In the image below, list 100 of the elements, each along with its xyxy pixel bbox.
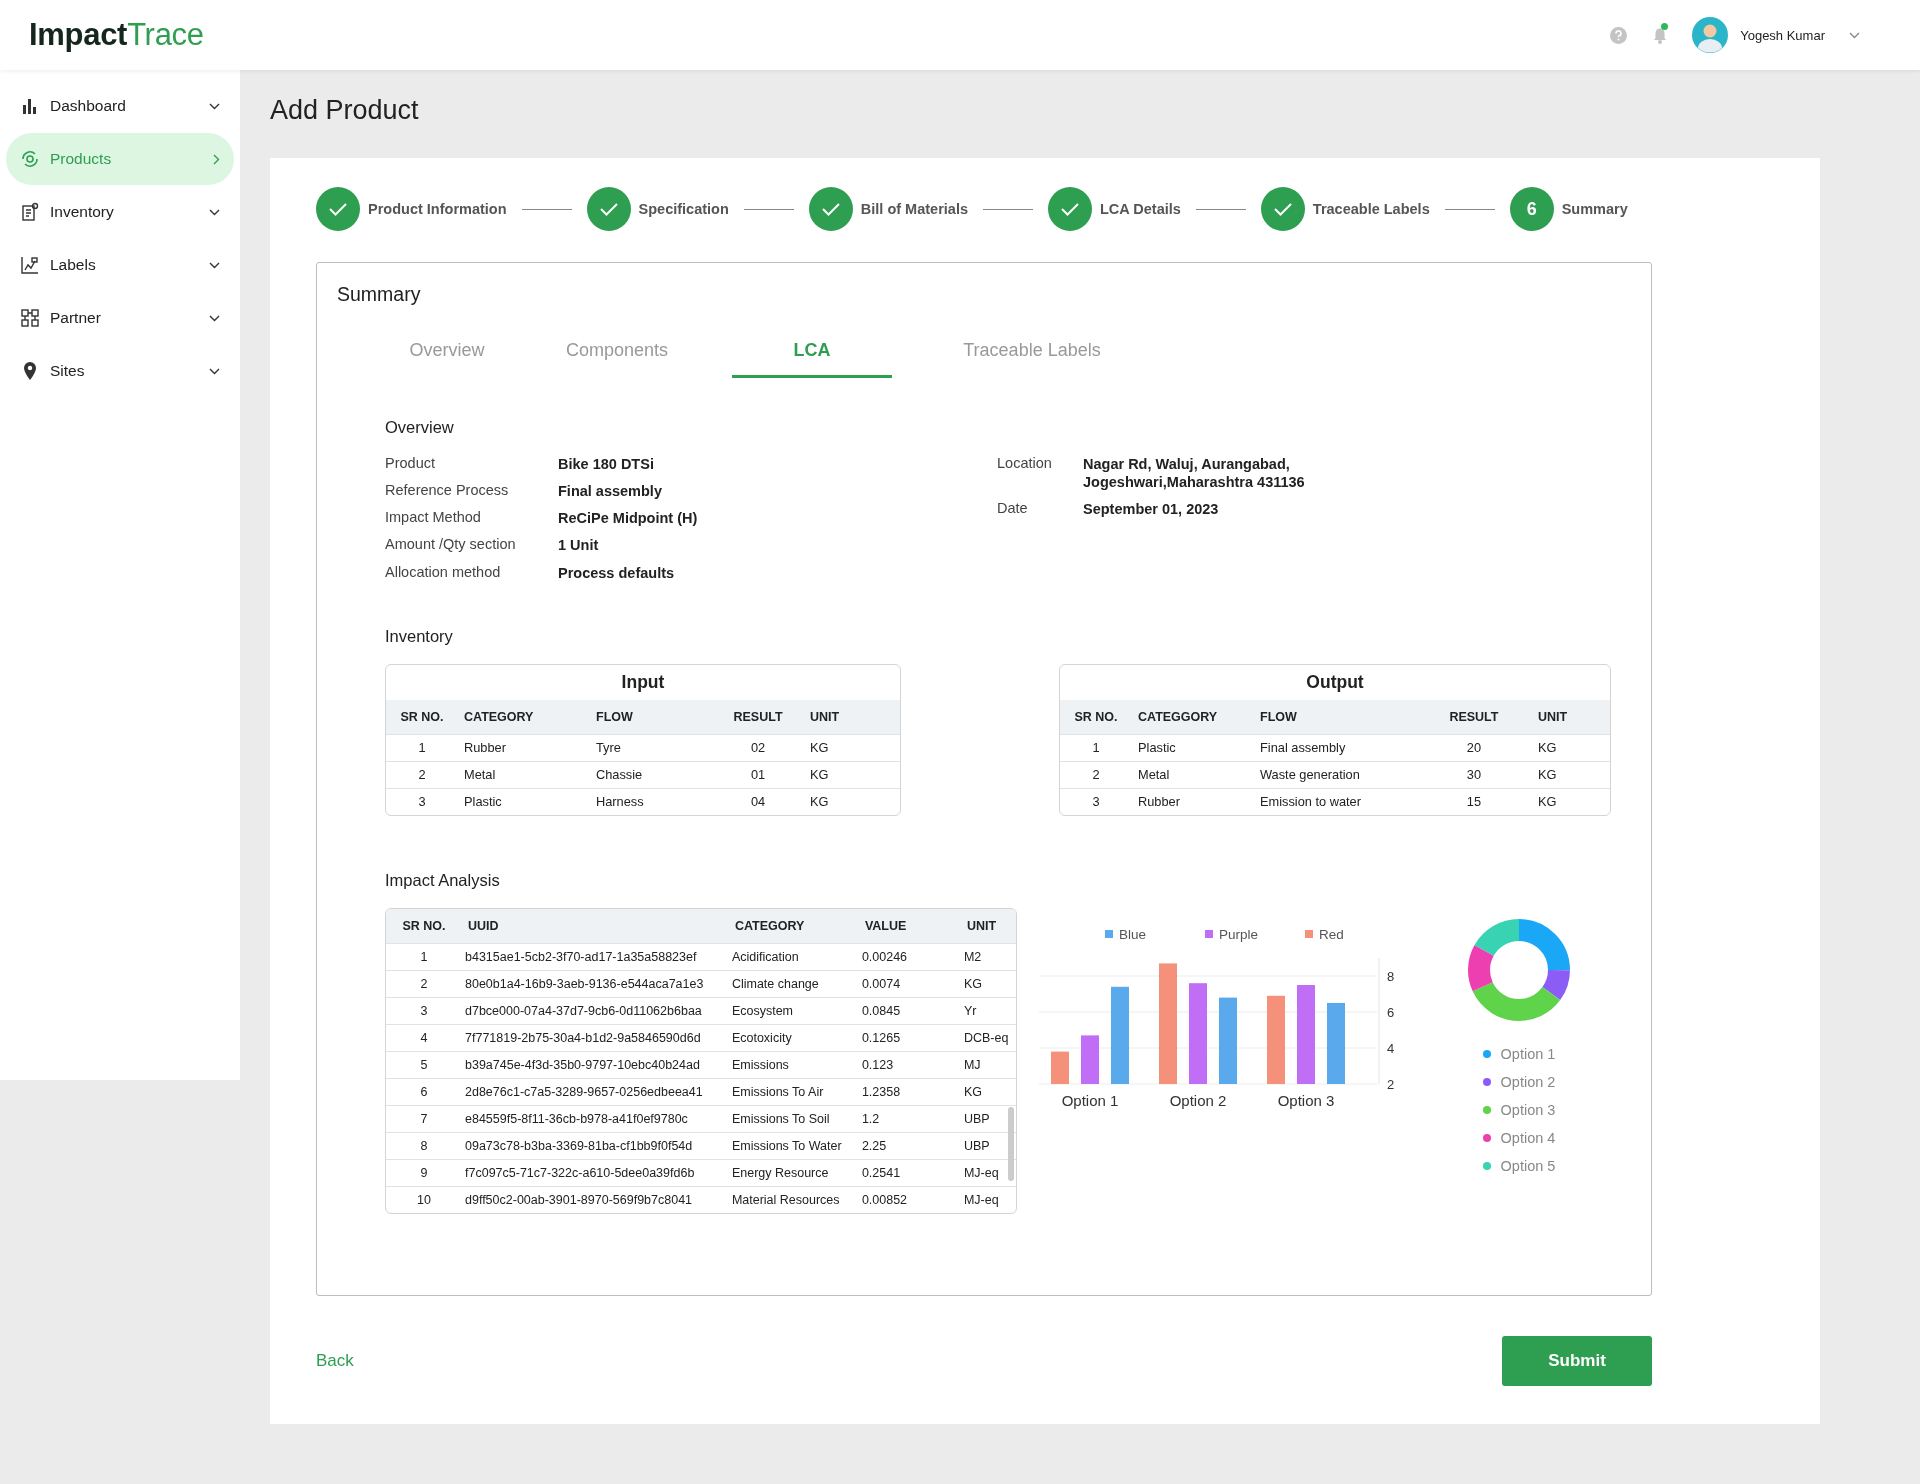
category-label: Option 1	[1061, 1091, 1119, 1109]
field-value: September 01, 2023	[1083, 500, 1219, 519]
table-cell: M2	[960, 943, 1016, 971]
table-cell: Emissions	[728, 1051, 859, 1079]
table-cell: 0.1265	[858, 1024, 961, 1052]
table-cell: 0.0845	[858, 997, 961, 1025]
check-icon	[820, 201, 841, 217]
table-cell: 0.00246	[858, 943, 961, 971]
table-cell: 1.2358	[858, 1078, 961, 1106]
axis-tick-label: 2	[1387, 1076, 1395, 1092]
table-cell: KG	[1531, 761, 1610, 789]
tab[interactable]: Traceable Labels	[952, 328, 1112, 378]
check-icon	[1272, 201, 1293, 217]
table-cell: 10	[386, 1186, 462, 1213]
column-header: CATEGORY	[728, 908, 859, 944]
section-title: Impact Analysis	[385, 870, 501, 890]
axis-tick-label: 4	[1387, 1040, 1395, 1056]
table-cell: 2d8e76c1-c7a5-3289-9657-0256edbeea41	[462, 1078, 729, 1106]
table-cell: KG	[804, 761, 900, 789]
table-cell: 2.25	[858, 1132, 961, 1160]
field-value: ReCiPe Midpoint (H)	[558, 509, 698, 528]
table-cell: 2	[386, 761, 458, 789]
field-value: Final assembly	[558, 482, 662, 501]
logo: ImpactTrace	[29, 17, 204, 53]
chevron-down-icon	[209, 367, 220, 375]
back-link[interactable]: Back	[316, 1351, 354, 1371]
table-cell: MJ-eq	[960, 1186, 1016, 1213]
table-cell: Rubber	[458, 734, 590, 762]
section-title: Inventory	[385, 626, 454, 646]
legend-label: Option 2	[1500, 1073, 1556, 1090]
table-cell: 0.123	[858, 1051, 961, 1079]
table-cell: Emission to water	[1254, 788, 1416, 815]
legend-label: Blue	[1119, 926, 1147, 942]
help-icon[interactable]	[1610, 26, 1628, 44]
column-header: UNIT	[804, 699, 900, 735]
legend-label: Option 5	[1500, 1157, 1556, 1174]
check-icon	[328, 201, 348, 217]
column-header: CATEGORY	[458, 699, 590, 735]
table-cell: b4315ae1-5cb2-3f70-ad17-1a35a58823ef	[462, 943, 729, 971]
table-cell: 02	[712, 734, 804, 762]
recycle-icon	[20, 149, 40, 169]
step-label: Bill of Materials	[860, 201, 968, 217]
sidebar-item[interactable]: Inventory	[6, 186, 234, 238]
table-cell: 80e0b1a4-16b9-3aeb-9136-e544aca7a1e3	[462, 970, 729, 998]
column-header: UNIT	[960, 908, 1016, 944]
sidebar-item[interactable]: Dashboard	[6, 80, 234, 132]
scrollbar[interactable]	[1008, 1106, 1014, 1181]
sidebar-item[interactable]: Products	[6, 133, 234, 185]
table-cell: 4	[386, 1024, 462, 1052]
table-cell: KG	[804, 788, 900, 815]
chevron-down-icon	[209, 208, 220, 216]
user-name[interactable]: Yogesh Kumar	[1740, 27, 1825, 43]
sidebar-item[interactable]: Labels	[6, 239, 234, 291]
legend-label: Red	[1319, 926, 1344, 942]
chevron-down-icon	[209, 261, 220, 269]
table-cell: Ecotoxicity	[728, 1024, 859, 1052]
table-cell: 09a73c78-b3ba-3369-81ba-cf1bb9f0f54d	[462, 1132, 729, 1160]
label-chart-icon	[20, 255, 40, 275]
sidebar-item[interactable]: Partner	[6, 292, 234, 344]
bar	[1081, 1035, 1099, 1084]
table-cell: 04	[712, 788, 804, 815]
table-cell: Metal	[458, 761, 590, 789]
table-cell: 1	[386, 943, 462, 971]
field-value: Process defaults	[558, 563, 675, 582]
table-cell: KG	[1531, 788, 1610, 815]
table-cell: e84559f5-8f11-36cb-b978-a41f0ef9780c	[462, 1105, 729, 1133]
network-icon	[20, 308, 40, 328]
chevron-down-icon[interactable]	[1849, 31, 1860, 39]
table-cell: d9ff50c2-00ab-3901-8970-569f9b7c8041	[462, 1186, 729, 1213]
category-label: Option 3	[1277, 1091, 1335, 1109]
step-label: Specification	[638, 201, 729, 217]
table-cell: 1	[1060, 734, 1132, 762]
table-title: Output	[1305, 670, 1365, 694]
field-label: Amount /Qty section	[385, 536, 517, 555]
table-cell: Harness	[590, 788, 712, 815]
table-cell: Final assembly	[1254, 734, 1416, 762]
field-label: Location	[997, 455, 1053, 473]
tab[interactable]: Overview	[392, 328, 502, 378]
table-cell: Chassie	[590, 761, 712, 789]
column-header: RESULT	[1416, 699, 1532, 735]
section-title: Overview	[385, 418, 455, 437]
field-value: Nagar Rd, Waluj, Aurangabad, Jogeshwari,Maharashtra 431136	[1083, 455, 1305, 492]
sidebar-item[interactable]: Sites	[6, 345, 234, 397]
column-header: RESULT	[712, 699, 804, 735]
page-title: Add Product	[270, 95, 420, 126]
legend-label: Option 3	[1500, 1101, 1556, 1118]
step-indicator: 6	[1509, 187, 1554, 231]
avatar[interactable]	[1692, 17, 1729, 53]
tab[interactable]: LCA	[732, 328, 892, 378]
field-value: 1 Unit	[558, 536, 599, 555]
column-header: SR NO.	[386, 908, 462, 944]
tab[interactable]: Components	[562, 328, 672, 378]
column-header: FLOW	[590, 699, 712, 735]
column-header: VALUE	[858, 908, 961, 944]
table-cell: Plastic	[1132, 734, 1254, 762]
axis-tick-label: 6	[1387, 1004, 1395, 1020]
submit-button[interactable]: Submit	[1502, 1336, 1652, 1386]
table-cell: KG	[960, 970, 1016, 998]
chevron-down-icon	[209, 314, 220, 322]
table-cell: Climate change	[728, 970, 859, 998]
